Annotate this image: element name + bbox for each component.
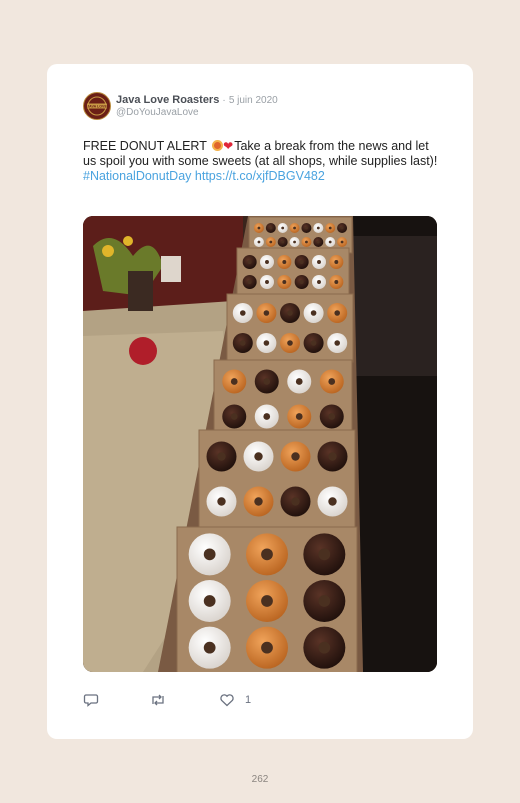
display-name[interactable]: Java Love Roasters [116,94,219,106]
hashtag-link[interactable]: #NationalDonutDay [83,169,191,183]
tweet-date[interactable]: 5 juin 2020 [229,95,278,106]
url-link[interactable]: https://t.co/xjfDBGV482 [195,169,325,183]
like-button[interactable]: 1 [219,692,251,708]
avatar-text: JAVA LOVE [87,105,107,109]
like-count: 1 [245,694,252,706]
author-handle[interactable]: @DoYouJavaLove [116,107,199,118]
separator: · [222,95,226,106]
page-number: 262 [251,774,269,785]
heart-emoji: ❤ [223,139,234,153]
reply-icon [83,692,99,708]
tweet-actions: 1 [83,692,443,712]
retweet-icon [149,692,167,708]
avatar[interactable]: JAVA LOVE [83,92,111,120]
tweet-photo[interactable] [83,216,437,672]
tweet-card: JAVA LOVE Java Love Roasters · 5 juin 20… [47,64,473,739]
heart-icon [219,692,235,708]
donut-emoji [212,140,224,151]
author-line: Java Love Roasters · 5 juin 2020 [116,94,278,106]
reply-button[interactable] [83,692,99,708]
tweet-text: FREE DONUT ALERT ❤Take a break from the … [83,139,443,184]
tweet-text-part1: FREE DONUT ALERT [83,139,211,153]
retweet-button[interactable] [149,692,167,708]
